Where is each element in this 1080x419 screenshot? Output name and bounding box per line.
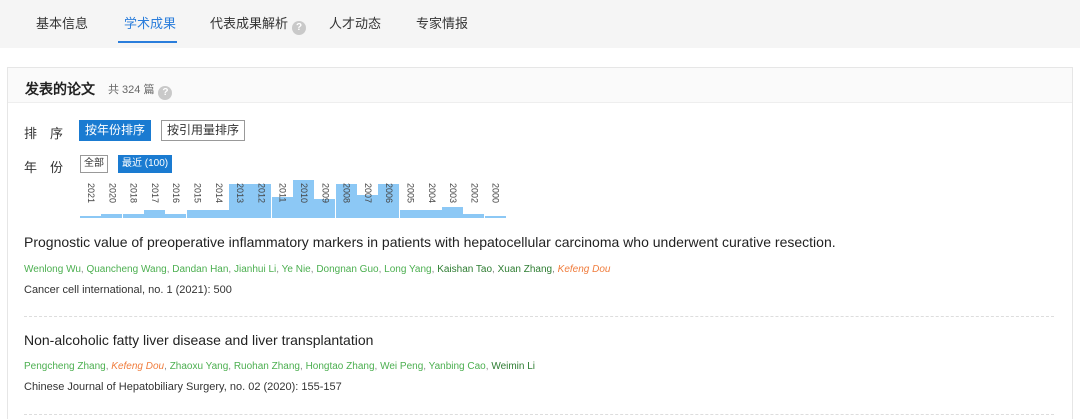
author-list: Pengcheng Zhang, Kefeng Dou, Zhaoxu Yang… [24,361,535,372]
year-bar-2008[interactable]: 2008 [335,180,357,218]
year-bar-2011[interactable]: 2011 [271,180,293,218]
year-label-text: 2020 [107,183,118,204]
year-bar-2006[interactable]: 2006 [378,180,400,218]
author-link[interactable]: Hongtao Zhang [306,361,375,372]
year-label-text: 2005 [405,183,416,204]
author-link[interactable]: Weimin Li [491,361,535,372]
year-all-button[interactable]: 全部 [80,155,108,173]
author-link[interactable]: Quancheng Wang [86,264,166,275]
year-histogram: 2021 2020 2018 2017 2016 2015 2014 2013 2012 2011… [80,180,506,218]
year-bar-fill [399,210,421,218]
year-label-text: 2018 [128,183,139,204]
year-bar-2002[interactable]: 2002 [463,180,485,218]
year-bar-2000[interactable]: 2000 [484,180,506,218]
year-label-text: 2000 [490,183,501,204]
year-bar-2021[interactable]: 2021 [80,180,101,218]
help-icon[interactable]: ? [158,86,173,100]
year-bar-2016[interactable]: 2016 [165,180,187,218]
author-link[interactable]: Dongnan Guo [316,264,378,275]
year-bar-2017[interactable]: 2017 [143,180,165,218]
author-link[interactable]: Pengcheng Zhang [24,361,106,372]
year-bar-fill [484,216,506,218]
sort-by-citation-button[interactable]: 按引用量排序 [161,120,246,141]
year-bar-2018[interactable]: 2018 [122,180,144,218]
year-label-text: 2017 [149,183,160,204]
tab-representative-analysis[interactable]: 代表成果解析? [210,16,307,35]
help-icon[interactable]: ? [292,21,307,35]
tab-representative-analysis-label: 代表成果解析 [210,16,289,31]
year-bar-fill [186,210,208,218]
sort-label: 排 序 [24,126,64,141]
year-label-text: 2013 [235,183,246,204]
year-bar-fill [143,210,165,218]
year-bar-fill [420,210,442,218]
year-bar-fill [207,210,229,218]
paper-title[interactable]: Non-alcoholic fatty liver disease and li… [24,332,373,348]
year-label-text: 2002 [469,183,480,204]
panel-header: 发表的论文 共 324 篇? [8,68,1072,103]
year-label-text: 2021 [86,183,96,204]
author-link[interactable]: Ruohan Zhang [234,361,300,372]
year-bar-2010[interactable]: 2010 [293,180,314,218]
author-list: Wenlong Wu, Quancheng Wang, Dandan Han, … [24,264,611,275]
year-bar-fill [165,214,187,218]
active-tab-indicator [118,41,177,43]
author-link[interactable]: Wenlong Wu [24,264,81,275]
year-bar-2014[interactable]: 2014 [207,180,229,218]
year-label-text: 2003 [448,183,459,204]
paper-count-text: 共 324 篇 [108,84,155,96]
author-link[interactable]: Xuan Zhang [498,264,553,275]
year-bar-2015[interactable]: 2015 [186,180,208,218]
year-recent-button[interactable]: 最近 (100) [118,155,173,173]
year-bar-fill [463,214,485,218]
year-label: 年 份 [24,160,64,175]
author-link[interactable]: Zhaoxu Yang [170,361,229,372]
year-bar-2004[interactable]: 2004 [420,180,442,218]
paper-venue: Chinese Journal of Hepatobiliary Surgery… [24,381,342,393]
tab-basic-info[interactable]: 基本信息 [36,16,88,32]
year-bar-2005[interactable]: 2005 [399,180,421,218]
year-label-text: 2007 [362,183,373,204]
author-link[interactable]: Ye Nie [282,264,311,275]
year-bar-2003[interactable]: 2003 [442,180,464,218]
paper-venue: Cancer cell international, no. 1 (2021):… [24,284,232,296]
year-bar-fill [101,214,123,218]
year-bar-2009[interactable]: 2009 [314,180,336,218]
year-bar-2012[interactable]: 2012 [250,180,272,218]
author-link[interactable]: Wei Peng [380,361,423,372]
year-bar-fill [442,206,464,218]
tab-talent-news[interactable]: 人才动态 [329,16,381,32]
author-link[interactable]: Jianhui Li [234,264,276,275]
author-link[interactable]: Long Yang [384,264,431,275]
top-nav: 基本信息 学术成果 代表成果解析? 人才动态 专家情报 [0,0,1080,48]
year-label-text: 2011 [277,183,288,203]
year-bar-fill [122,214,144,218]
year-bar-2007[interactable]: 2007 [356,180,378,218]
year-label-text: 2016 [171,183,182,204]
panel-title: 发表的论文 [25,81,95,97]
paper-title[interactable]: Prognostic value of preoperative inflamm… [24,234,836,250]
divider [24,414,1054,415]
author-link[interactable]: Kefeng Dou [558,264,611,275]
year-bar-2013[interactable]: 2013 [229,180,251,218]
year-bar-fill [80,216,101,218]
divider [24,316,1054,317]
year-label-text: 2010 [299,183,309,204]
year-label-text: 2009 [320,183,331,204]
year-label-text: 2004 [426,183,437,204]
sort-by-year-button[interactable]: 按年份排序 [79,120,152,141]
author-link[interactable]: Kefeng Dou [111,361,164,372]
tab-expert-intel[interactable]: 专家情报 [416,16,468,32]
year-label-text: 2012 [256,183,267,204]
year-label-text: 2008 [341,183,352,204]
year-label-text: 2015 [192,183,203,204]
author-link[interactable]: Kaishan Tao [437,264,492,275]
year-label-text: 2014 [213,183,224,204]
year-label-text: 2006 [384,183,395,204]
paper-count: 共 324 篇? [108,81,173,100]
author-link[interactable]: Dandan Han [172,264,228,275]
author-link[interactable]: Yanbing Cao [429,361,486,372]
tab-academic-results[interactable]: 学术成果 [124,16,176,32]
year-bar-2020[interactable]: 2020 [101,180,123,218]
